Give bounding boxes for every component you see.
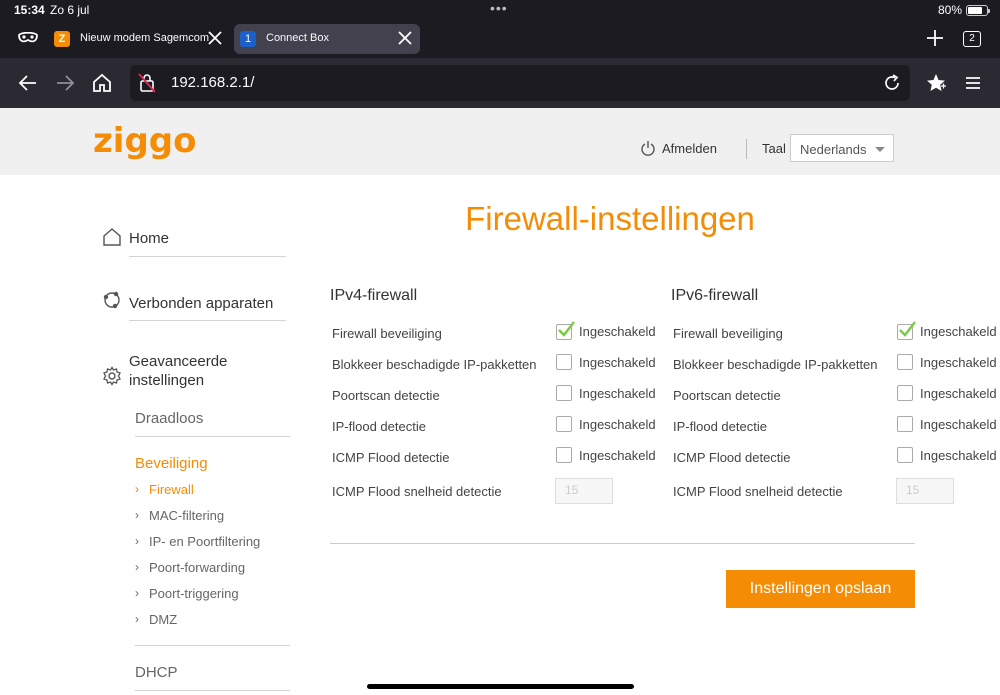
battery-percentage: 80% xyxy=(938,3,963,17)
ipv6-checkbox-label: Ingeschakeld xyxy=(920,448,997,463)
sidebar-divider xyxy=(135,690,290,691)
chevron-right-icon: › xyxy=(135,534,139,548)
ipv4-checkbox-label: Ingeschakeld xyxy=(579,386,656,401)
chevron-right-icon: › xyxy=(135,560,139,574)
ipv6-checkbox-portscan-detection[interactable] xyxy=(897,385,913,401)
tab-title: Nieuw modem Sagemcom xyxy=(80,32,209,44)
ipv6-checkbox-label: Ingeschakeld xyxy=(920,417,997,432)
ipv6-label-firewall-protection: Firewall beveiliging xyxy=(673,326,783,341)
url-text: 192.168.2.1/ xyxy=(171,74,255,91)
ipv4-icmp-flood-rate-input[interactable]: 15 xyxy=(555,478,613,504)
tab-nieuw-modem[interactable]: Z Nieuw modem Sagemcom xyxy=(48,24,230,54)
sidebar-item-connected-devices[interactable]: Verbonden apparaten xyxy=(129,295,273,312)
forward-arrow-icon[interactable] xyxy=(54,72,76,94)
svg-text:ziggo: ziggo xyxy=(93,122,195,161)
ipv4-checkbox-label: Ingeschakeld xyxy=(579,355,656,370)
ipv4-label-ip-flood-detection: IP-flood detectie xyxy=(332,419,426,434)
ipv6-label-ip-flood-detection: IP-flood detectie xyxy=(673,419,767,434)
ipv4-label-firewall-protection: Firewall beveiliging xyxy=(332,326,442,341)
tab-title: Connect Box xyxy=(266,32,329,44)
ipv6-icmp-flood-rate-input[interactable]: 15 xyxy=(896,478,954,504)
ipv4-checkbox-portscan-detection[interactable] xyxy=(556,385,572,401)
status-bar: 15:34 Zo 6 jul ••• 80% xyxy=(0,0,1000,20)
sidebar-divider xyxy=(135,436,290,437)
sidebar-divider xyxy=(129,320,286,321)
tab-count-button[interactable]: 2 xyxy=(963,31,981,47)
address-bar[interactable]: 192.168.2.1/ xyxy=(130,65,910,101)
power-icon xyxy=(641,141,655,156)
sidebar-divider xyxy=(129,256,286,257)
ipv6-checkbox-label: Ingeschakeld xyxy=(920,324,997,339)
ipv4-label-icmp-flood-rate: ICMP Flood snelheid detectie xyxy=(332,484,502,499)
ipv4-heading: IPv4-firewall xyxy=(330,287,418,304)
reload-icon[interactable] xyxy=(882,73,902,93)
content-divider xyxy=(330,543,915,544)
chevron-right-icon: › xyxy=(135,482,139,496)
home-indicator[interactable] xyxy=(367,684,634,689)
ipv4-checkbox-label: Ingeschakeld xyxy=(579,324,656,339)
tab-connect-box[interactable]: 1 Connect Box xyxy=(234,24,420,54)
ipv6-checkbox-block-damaged-packets[interactable] xyxy=(897,354,913,370)
close-tab-icon[interactable] xyxy=(396,29,414,47)
sidebar-item-advanced-settings[interactable]: Geavanceerde instellingen xyxy=(129,352,279,390)
dropdown-caret-icon xyxy=(875,147,885,152)
back-arrow-icon[interactable] xyxy=(17,72,39,94)
home-icon[interactable] xyxy=(91,72,113,94)
ipv6-label-icmp-flood-rate: ICMP Flood snelheid detectie xyxy=(673,484,843,499)
ipv4-checkbox-icmp-flood-detection[interactable] xyxy=(556,447,572,463)
ipv4-checkbox-ip-flood-detection[interactable] xyxy=(556,416,572,432)
ipv6-label-portscan-detection: Poortscan detectie xyxy=(673,388,781,403)
close-tab-icon[interactable] xyxy=(206,29,224,47)
language-label: Taal xyxy=(762,141,786,156)
logout-label: Afmelden xyxy=(662,141,717,156)
bookmark-star-icon[interactable] xyxy=(925,72,947,94)
ipv6-checkbox-ip-flood-detection[interactable] xyxy=(897,416,913,432)
sidebar-item-security[interactable]: Beveiliging xyxy=(135,455,208,472)
ipv4-checkbox-label: Ingeschakeld xyxy=(579,448,656,463)
new-tab-plus-icon[interactable] xyxy=(925,28,945,48)
chevron-right-icon: › xyxy=(135,612,139,626)
sidebar-item-home[interactable]: Home xyxy=(129,230,169,247)
checkmark-icon xyxy=(558,321,575,337)
insecure-lock-icon[interactable] xyxy=(138,73,156,93)
ipv6-checkbox-label: Ingeschakeld xyxy=(920,386,997,401)
menu-hamburger-icon[interactable] xyxy=(962,72,984,94)
checkmark-icon xyxy=(899,321,916,337)
ipv4-checkbox-label: Ingeschakeld xyxy=(579,417,656,432)
save-settings-button[interactable]: Instellingen opslaan xyxy=(726,570,915,608)
ipv4-label-block-damaged-packets: Blokkeer beschadigde IP-pakketten xyxy=(332,357,537,372)
ipv4-checkbox-firewall-protection[interactable] xyxy=(556,321,575,340)
language-select[interactable]: Nederlands xyxy=(790,134,894,162)
private-browsing-mask-icon[interactable] xyxy=(18,32,38,44)
chevron-right-icon: › xyxy=(135,586,139,600)
battery-icon xyxy=(966,5,990,16)
header-divider xyxy=(746,139,747,159)
gear-icon xyxy=(103,366,121,386)
sidebar-divider xyxy=(135,645,290,646)
ipv4-checkbox-block-damaged-packets[interactable] xyxy=(556,354,572,370)
ipv6-checkbox-label: Ingeschakeld xyxy=(920,355,997,370)
chevron-right-icon: › xyxy=(135,508,139,522)
sidebar-item-wireless[interactable]: Draadloos xyxy=(135,410,203,427)
tab-bar: Z Nieuw modem Sagemcom 1 Connect Box 2 xyxy=(0,20,1000,58)
status-date: Zo 6 jul xyxy=(50,3,90,17)
page-title: Firewall-instellingen xyxy=(465,200,755,237)
ipv6-checkbox-icmp-flood-detection[interactable] xyxy=(897,447,913,463)
ipv6-label-block-damaged-packets: Blokkeer beschadigde IP-pakketten xyxy=(673,357,878,372)
navigation-toolbar: 192.168.2.1/ xyxy=(0,58,1000,108)
multitasking-dots-icon[interactable]: ••• xyxy=(490,0,508,16)
language-value: Nederlands xyxy=(800,142,867,157)
sidebar-item-dhcp[interactable]: DHCP xyxy=(135,664,178,681)
ipv4-label-portscan-detection: Poortscan detectie xyxy=(332,388,440,403)
connected-devices-icon xyxy=(103,291,120,309)
ziggo-logo[interactable]: ziggo xyxy=(93,122,195,162)
ipv6-heading: IPv6-firewall xyxy=(671,287,759,304)
ipv4-label-icmp-flood-detection: ICMP Flood detectie xyxy=(332,450,450,465)
status-time: 15:34 xyxy=(14,3,45,17)
ipv6-checkbox-firewall-protection[interactable] xyxy=(897,321,916,340)
ipv6-label-icmp-flood-detection: ICMP Flood detectie xyxy=(673,450,791,465)
home-icon xyxy=(103,228,121,246)
ziggo-favicon-icon: Z xyxy=(54,31,70,47)
connect-box-favicon-icon: 1 xyxy=(240,31,256,47)
